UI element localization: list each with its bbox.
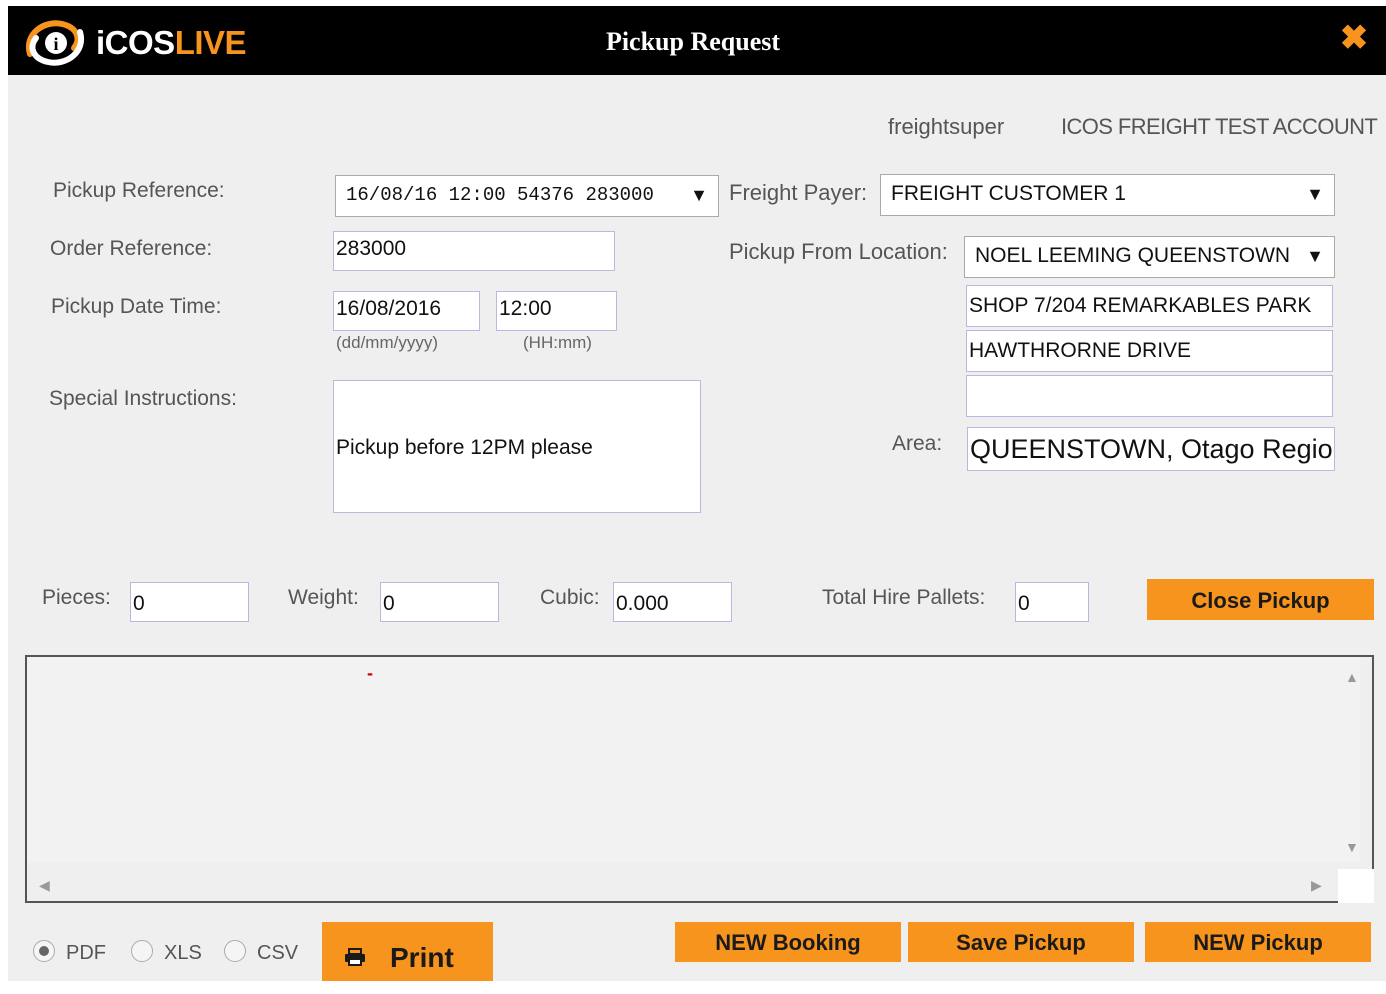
pieces-label: Pieces: — [42, 586, 111, 609]
pickup-from-location-value: NOEL LEEMING QUEENSTOWN — [975, 244, 1291, 267]
chevron-down-icon: ▼ — [690, 185, 708, 205]
pickup-reference-value: 16/08/16 12:00 54376 283000 — [346, 184, 654, 206]
scroll-down-icon[interactable]: ▼ — [1345, 839, 1359, 855]
cubic-label: Cubic: — [540, 586, 600, 609]
order-reference-label: Order Reference: — [50, 237, 213, 260]
close-icon[interactable]: ✖ — [1337, 18, 1371, 58]
export-csv-label: CSV — [257, 942, 299, 964]
pickup-items-grid: - ▲ ▼ ◀ ▶ — [25, 655, 1374, 903]
export-csv-radio[interactable] — [224, 940, 246, 962]
cubic-input[interactable]: 0.000 — [613, 582, 732, 622]
freight-payer-select[interactable]: FREIGHT CUSTOMER 1 ▼ — [880, 174, 1335, 216]
export-pdf-radio[interactable] — [33, 940, 55, 962]
window-title: Pickup Request — [605, 27, 781, 56]
grid-content-area — [27, 657, 1360, 862]
area-label: Area: — [892, 432, 943, 455]
export-xls-label: XLS — [164, 942, 202, 964]
address-line1-input[interactable]: SHOP 7/204 REMARKABLES PARK — [966, 285, 1333, 327]
area-input[interactable]: QUEENSTOWN, Otago Region — [967, 427, 1335, 471]
order-reference-input[interactable]: 283000 — [333, 231, 615, 271]
weight-input[interactable]: 0 — [380, 582, 499, 622]
time-format-hint: (HH:mm) — [523, 333, 592, 352]
scroll-corner — [1338, 869, 1374, 903]
pieces-input[interactable]: 0 — [130, 582, 249, 622]
printer-icon — [345, 948, 365, 966]
hire-pallets-label: Total Hire Pallets: — [822, 586, 986, 609]
account-name: ICOS FREIGHT TEST ACCOUNT — [1061, 114, 1378, 139]
freight-payer-label: Freight Payer: — [729, 180, 868, 205]
pickup-reference-label: Pickup Reference: — [53, 179, 225, 202]
special-instructions-text: Pickup before 12PM please — [336, 436, 593, 460]
save-pickup-button[interactable]: Save Pickup — [908, 922, 1134, 962]
pickup-from-location-select[interactable]: NOEL LEEMING QUEENSTOWN ▼ — [964, 236, 1335, 278]
print-button-label: Print — [390, 942, 454, 973]
scroll-left-icon[interactable]: ◀ — [39, 877, 50, 893]
scroll-right-icon[interactable]: ▶ — [1311, 877, 1322, 893]
weight-label: Weight: — [288, 586, 359, 609]
address-line3-input[interactable] — [966, 375, 1333, 417]
pickup-time-input[interactable]: 12:00 — [496, 291, 617, 331]
pickup-date-input[interactable]: 16/08/2016 — [333, 291, 480, 331]
radio-selected-dot — [39, 946, 49, 956]
chevron-down-icon: ▼ — [1306, 246, 1324, 266]
grid-empty-marker: - — [367, 663, 373, 683]
new-pickup-button[interactable]: NEW Pickup — [1145, 922, 1371, 962]
freight-payer-value: FREIGHT CUSTOMER 1 — [891, 182, 1126, 205]
scroll-up-icon[interactable]: ▲ — [1345, 669, 1359, 685]
pickup-date-time-label: Pickup Date Time: — [51, 295, 222, 318]
special-instructions-label: Special Instructions: — [49, 387, 237, 410]
new-booking-button[interactable]: NEW Booking — [675, 922, 901, 962]
hire-pallets-input[interactable]: 0 — [1015, 582, 1089, 622]
special-instructions-textarea[interactable]: Pickup before 12PM please — [333, 380, 701, 513]
address-line2-input[interactable]: HAWTHRORNE DRIVE — [966, 330, 1333, 372]
username: freightsuper — [888, 114, 1005, 139]
pickup-reference-select[interactable]: 16/08/16 12:00 54376 283000 ▼ — [335, 175, 719, 217]
print-button[interactable]: Print — [322, 922, 493, 981]
chevron-down-icon: ▼ — [1306, 184, 1324, 204]
export-pdf-label: PDF — [66, 942, 106, 964]
close-pickup-button[interactable]: Close Pickup — [1147, 579, 1374, 620]
date-format-hint: (dd/mm/yyyy) — [336, 333, 438, 352]
pickup-from-location-label: Pickup From Location: — [729, 239, 948, 264]
export-xls-radio[interactable] — [131, 940, 153, 962]
